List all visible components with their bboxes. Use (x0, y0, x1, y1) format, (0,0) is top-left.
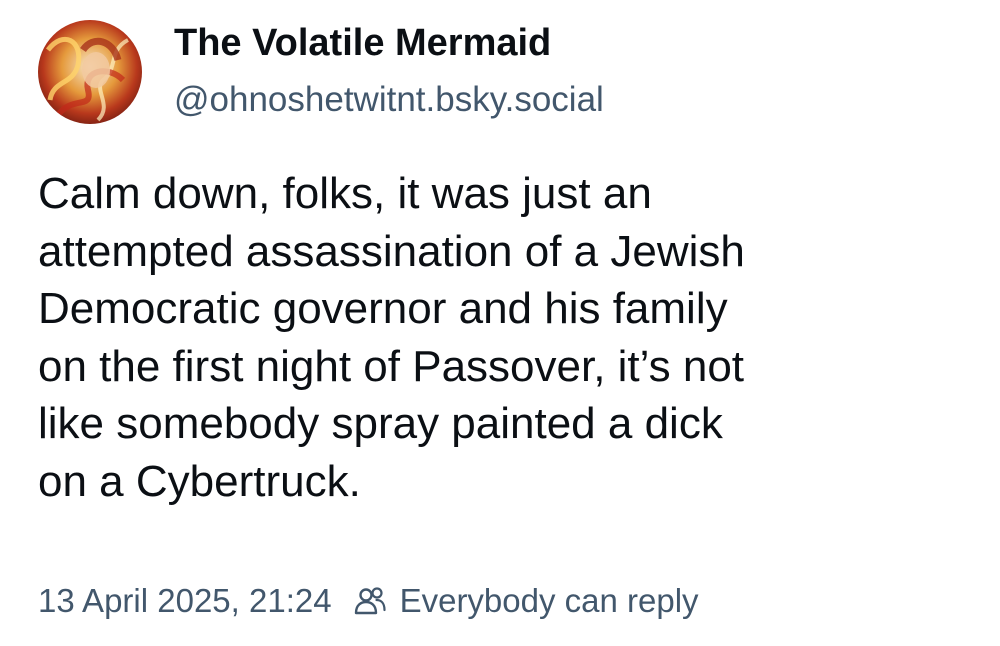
post-text-line: on a Cybertruck. (38, 456, 361, 506)
post-text-line: Democratic governor and his family (38, 284, 728, 333)
post-text-line: on the first night of Passover, it’s not (38, 341, 745, 391)
people-icon (352, 583, 388, 619)
post: The Volatile Mermaid @ohnoshetwitnt.bsky… (0, 0, 1000, 646)
avatar[interactable] (38, 20, 142, 124)
post-text-line: like somebody spray painted a dick (38, 399, 723, 448)
post-timestamp[interactable]: 13 April 2025, 21:24 (38, 582, 332, 620)
post-text-line: attempted assassination of a Jewish (38, 226, 745, 276)
reply-setting-label[interactable]: Everybody can reply (400, 582, 699, 620)
post-text-line: Calm down, folks, it was just an (38, 169, 652, 218)
author-display-name[interactable]: The Volatile Mermaid (174, 20, 551, 66)
avatar-image (38, 20, 142, 124)
author-handle[interactable]: @ohnoshetwitnt.bsky.social (174, 78, 604, 122)
post-text: Calm down, folks, it was just an attempt… (38, 165, 978, 510)
post-meta: 13 April 2025, 21:24 Everybody can reply (38, 578, 699, 624)
